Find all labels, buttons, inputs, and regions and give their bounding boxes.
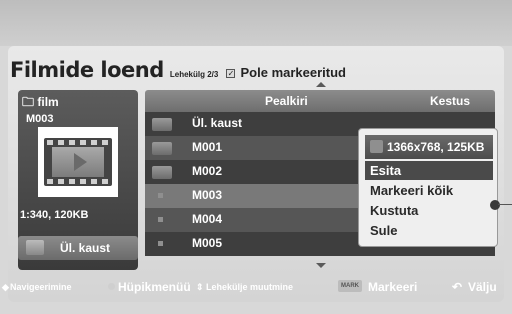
column-title: Pealkiri: [265, 94, 308, 108]
help-navigate: Navigeerimine: [10, 282, 72, 292]
movie-thumbnail: [38, 127, 118, 197]
connector-dot: [490, 200, 500, 210]
popup-header: 1366x768, 125KB: [365, 135, 493, 159]
menu-item-mark-all[interactable]: Markeeri kõik: [365, 181, 493, 200]
folder-icon: [152, 166, 172, 179]
up-folder-button[interactable]: Ül. kaust: [18, 236, 138, 260]
play-icon: [74, 153, 87, 171]
checkbox-icon: ✓: [226, 69, 236, 78]
back-arrow-icon: ↶: [452, 280, 463, 294]
file-info-icon: [370, 140, 383, 153]
mark-status: Pole markeeritud: [240, 65, 347, 80]
menu-item-play[interactable]: Esita: [365, 161, 493, 180]
menu-item-close[interactable]: Sule: [365, 221, 493, 240]
ok-button-icon: [108, 283, 115, 290]
popup-menu: 1366x768, 125KB Esita Markeeri kõik Kust…: [358, 128, 498, 247]
menu-item-delete[interactable]: Kustuta: [365, 201, 493, 220]
scroll-up-icon[interactable]: [316, 82, 326, 87]
page-title: Filmide loend Lehekülg 2/3 ✓ Pole markee…: [10, 58, 346, 82]
current-folder: 🗀 film: [22, 95, 59, 109]
movie-icon: [158, 193, 163, 198]
column-duration: Kestus: [430, 94, 471, 108]
movie-icon: [158, 241, 163, 246]
title-text: Filmide loend: [10, 58, 164, 82]
help-page-change: Lehekülje muutmine: [206, 282, 294, 292]
scroll-down-icon[interactable]: [316, 263, 326, 268]
page-indicator: Lehekülg 2/3: [169, 70, 219, 79]
mark-key-icon: MARK: [338, 280, 362, 292]
preview-file-name: M003: [26, 113, 54, 125]
help-popup-menu: Hüpikmenüü: [118, 280, 191, 294]
top-band: [0, 0, 512, 46]
preview-file-info: 1:340, 120KB: [20, 209, 89, 221]
folder-up-icon: [26, 240, 44, 255]
connector-line: [498, 204, 512, 205]
bottom-help-bar: ◆ Navigeerimine Hüpikmenüü ⇕ Lehekülje m…: [0, 272, 512, 300]
film-icon: [44, 138, 112, 186]
nav-arrows-icon: ◆: [2, 282, 9, 292]
list-header: Pealkiri Kestus: [145, 90, 495, 112]
folder-icon: [152, 142, 172, 155]
page-change-icon: ⇕: [196, 282, 204, 292]
movie-icon: [158, 217, 163, 222]
help-mark: Markeeri: [368, 280, 418, 294]
folder-icon: [152, 118, 172, 131]
help-exit: Välju: [468, 280, 497, 294]
folder-icon: 🗀: [22, 95, 35, 109]
